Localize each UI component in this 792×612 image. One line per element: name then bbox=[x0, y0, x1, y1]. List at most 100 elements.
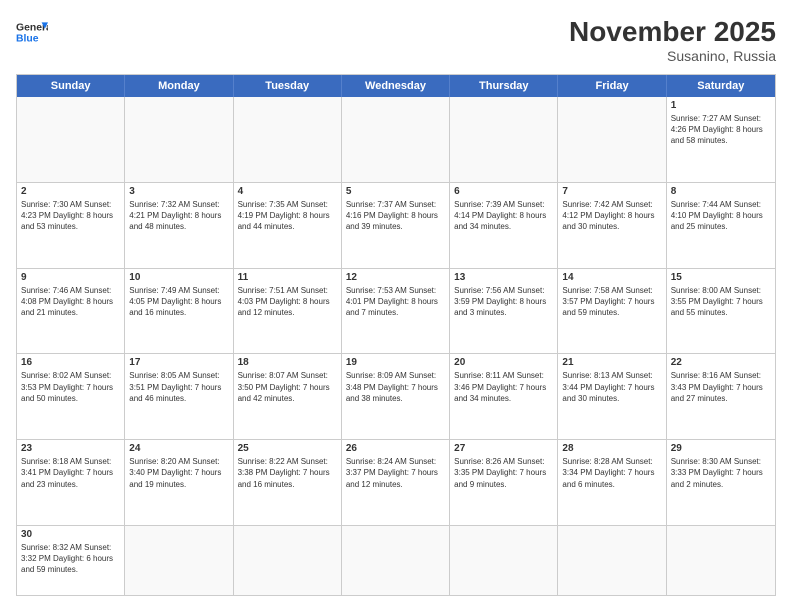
day-content: Sunrise: 8:11 AM Sunset: 3:46 PM Dayligh… bbox=[454, 370, 553, 404]
day-cell-11: 11Sunrise: 7:51 AM Sunset: 4:03 PM Dayli… bbox=[234, 269, 342, 354]
day-cell-8: 8 Sunrise: 7:44 AM Sunset: 4:10 PM Daylig… bbox=[667, 183, 775, 268]
day-content: Sunrise: 7:49 AM Sunset: 4:05 PM Dayligh… bbox=[129, 285, 228, 319]
month-title: November 2025 bbox=[569, 16, 776, 48]
weekday-header-friday: Friday bbox=[558, 75, 666, 97]
day-content: Sunrise: 7:51 AM Sunset: 4:03 PM Dayligh… bbox=[238, 285, 337, 319]
day-number: 10 bbox=[129, 272, 228, 283]
day-cell-17: 17Sunrise: 8:05 AM Sunset: 3:51 PM Dayli… bbox=[125, 354, 233, 439]
day-content: Sunrise: 8:07 AM Sunset: 3:50 PM Dayligh… bbox=[238, 370, 337, 404]
day-number: 20 bbox=[454, 357, 553, 368]
day-cell-20: 20 Sunrise: 8:11 AM Sunset: 3:46 PM Dayli… bbox=[450, 354, 558, 439]
logo: General Blue bbox=[16, 16, 48, 48]
day-content: Sunrise: 8:02 AM Sunset: 3:53 PM Dayligh… bbox=[21, 370, 120, 404]
day-number: 12 bbox=[346, 272, 445, 283]
day-content: Sunrise: 7:37 AM Sunset: 4:16 PM Dayligh… bbox=[346, 199, 445, 233]
weekday-header-monday: Monday bbox=[125, 75, 233, 97]
day-number: 5 bbox=[346, 186, 445, 197]
day-cell-21: 21 Sunrise: 8:13 AM Sunset: 3:44 PM Dayli… bbox=[558, 354, 666, 439]
calendar-body: 1 Sunrise: 7:27 AM Sunset: 4:26 PM Daylig… bbox=[17, 97, 775, 595]
day-number: 7 bbox=[562, 186, 661, 197]
day-content: Sunrise: 7:44 AM Sunset: 4:10 PM Dayligh… bbox=[671, 199, 771, 233]
day-number: 30 bbox=[21, 529, 120, 540]
day-number: 4 bbox=[238, 186, 337, 197]
empty-cell bbox=[450, 526, 558, 595]
day-cell-2: 2 Sunrise: 7:30 AM Sunset: 4:23 PM Daylig… bbox=[17, 183, 125, 268]
weekday-header-wednesday: Wednesday bbox=[342, 75, 450, 97]
day-cell-15: 15Sunrise: 8:00 AM Sunset: 3:55 PM Dayli… bbox=[667, 269, 775, 354]
day-content: Sunrise: 7:27 AM Sunset: 4:26 PM Dayligh… bbox=[671, 113, 771, 147]
subtitle: Susanino, Russia bbox=[569, 48, 776, 64]
day-number: 24 bbox=[129, 443, 228, 454]
day-cell-12: 12 Sunrise: 7:53 AM Sunset: 4:01 PM Dayli… bbox=[342, 269, 450, 354]
day-number: 18 bbox=[238, 357, 337, 368]
page: General Blue November 2025 Susanino, Rus… bbox=[0, 0, 792, 612]
empty-cell bbox=[342, 97, 450, 182]
empty-cell bbox=[450, 97, 558, 182]
calendar-week-6: 30 Sunrise: 8:32 AM Sunset: 3:32 PM Dayli… bbox=[17, 525, 775, 595]
day-number: 1 bbox=[671, 100, 771, 111]
empty-cell bbox=[558, 97, 666, 182]
day-content: Sunrise: 8:24 AM Sunset: 3:37 PM Dayligh… bbox=[346, 456, 445, 490]
day-content: Sunrise: 7:58 AM Sunset: 3:57 PM Dayligh… bbox=[562, 285, 661, 319]
weekday-header-sunday: Sunday bbox=[17, 75, 125, 97]
day-content: Sunrise: 7:53 AM Sunset: 4:01 PM Dayligh… bbox=[346, 285, 445, 319]
weekday-header-tuesday: Tuesday bbox=[234, 75, 342, 97]
day-number: 16 bbox=[21, 357, 120, 368]
day-content: Sunrise: 7:56 AM Sunset: 3:59 PM Dayligh… bbox=[454, 285, 553, 319]
day-cell-7: 7Sunrise: 7:42 AM Sunset: 4:12 PM Daylig… bbox=[558, 183, 666, 268]
day-cell-18: 18 Sunrise: 8:07 AM Sunset: 3:50 PM Dayli… bbox=[234, 354, 342, 439]
day-content: Sunrise: 8:22 AM Sunset: 3:38 PM Dayligh… bbox=[238, 456, 337, 490]
empty-cell bbox=[667, 526, 775, 595]
day-number: 3 bbox=[129, 186, 228, 197]
day-cell-27: 27 Sunrise: 8:26 AM Sunset: 3:35 PM Dayli… bbox=[450, 440, 558, 525]
day-cell-9: 9Sunrise: 7:46 AM Sunset: 4:08 PM Daylig… bbox=[17, 269, 125, 354]
day-cell-23: 23Sunrise: 8:18 AM Sunset: 3:41 PM Dayli… bbox=[17, 440, 125, 525]
day-content: Sunrise: 8:32 AM Sunset: 3:32 PM Dayligh… bbox=[21, 542, 120, 576]
weekday-header-thursday: Thursday bbox=[450, 75, 558, 97]
empty-cell bbox=[342, 526, 450, 595]
day-number: 6 bbox=[454, 186, 553, 197]
empty-cell bbox=[234, 97, 342, 182]
day-content: Sunrise: 8:16 AM Sunset: 3:43 PM Dayligh… bbox=[671, 370, 771, 404]
day-cell-26: 26 Sunrise: 8:24 AM Sunset: 3:37 PM Dayli… bbox=[342, 440, 450, 525]
day-number: 23 bbox=[21, 443, 120, 454]
calendar-week-1: 1 Sunrise: 7:27 AM Sunset: 4:26 PM Daylig… bbox=[17, 97, 775, 182]
day-content: Sunrise: 7:35 AM Sunset: 4:19 PM Dayligh… bbox=[238, 199, 337, 233]
day-cell-4: 4 Sunrise: 7:35 AM Sunset: 4:19 PM Daylig… bbox=[234, 183, 342, 268]
day-number: 21 bbox=[562, 357, 661, 368]
day-number: 8 bbox=[671, 186, 771, 197]
day-cell-30: 30 Sunrise: 8:32 AM Sunset: 3:32 PM Dayli… bbox=[17, 526, 125, 595]
day-content: Sunrise: 8:26 AM Sunset: 3:35 PM Dayligh… bbox=[454, 456, 553, 490]
day-number: 14 bbox=[562, 272, 661, 283]
day-content: Sunrise: 7:30 AM Sunset: 4:23 PM Dayligh… bbox=[21, 199, 120, 233]
day-number: 17 bbox=[129, 357, 228, 368]
day-cell-24: 24Sunrise: 8:20 AM Sunset: 3:40 PM Dayli… bbox=[125, 440, 233, 525]
empty-cell bbox=[17, 97, 125, 182]
day-cell-19: 19Sunrise: 8:09 AM Sunset: 3:48 PM Dayli… bbox=[342, 354, 450, 439]
empty-cell bbox=[558, 526, 666, 595]
day-content: Sunrise: 8:30 AM Sunset: 3:33 PM Dayligh… bbox=[671, 456, 771, 490]
day-cell-29: 29 Sunrise: 8:30 AM Sunset: 3:33 PM Dayli… bbox=[667, 440, 775, 525]
day-number: 29 bbox=[671, 443, 771, 454]
day-number: 13 bbox=[454, 272, 553, 283]
day-number: 15 bbox=[671, 272, 771, 283]
empty-cell bbox=[234, 526, 342, 595]
calendar-week-5: 23Sunrise: 8:18 AM Sunset: 3:41 PM Dayli… bbox=[17, 439, 775, 525]
calendar-week-4: 16 Sunrise: 8:02 AM Sunset: 3:53 PM Dayli… bbox=[17, 353, 775, 439]
day-cell-6: 6Sunrise: 7:39 AM Sunset: 4:14 PM Daylig… bbox=[450, 183, 558, 268]
weekday-header-saturday: Saturday bbox=[667, 75, 775, 97]
day-number: 9 bbox=[21, 272, 120, 283]
day-content: Sunrise: 8:28 AM Sunset: 3:34 PM Dayligh… bbox=[562, 456, 661, 490]
day-content: Sunrise: 8:13 AM Sunset: 3:44 PM Dayligh… bbox=[562, 370, 661, 404]
day-number: 28 bbox=[562, 443, 661, 454]
day-number: 22 bbox=[671, 357, 771, 368]
day-cell-3: 3Sunrise: 7:32 AM Sunset: 4:21 PM Daylig… bbox=[125, 183, 233, 268]
day-cell-14: 14 Sunrise: 7:58 AM Sunset: 3:57 PM Dayli… bbox=[558, 269, 666, 354]
svg-text:Blue: Blue bbox=[16, 34, 39, 45]
empty-cell bbox=[125, 526, 233, 595]
day-number: 27 bbox=[454, 443, 553, 454]
day-number: 26 bbox=[346, 443, 445, 454]
day-number: 2 bbox=[21, 186, 120, 197]
calendar-header: SundayMondayTuesdayWednesdayThursdayFrid… bbox=[17, 75, 775, 97]
title-block: November 2025 Susanino, Russia bbox=[569, 16, 776, 64]
